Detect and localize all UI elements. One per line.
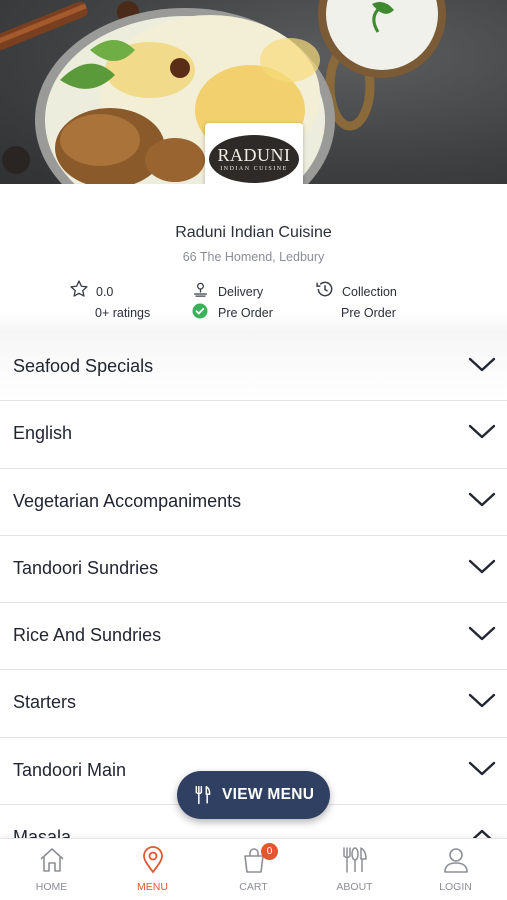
category-row[interactable]: Seafood Specials: [0, 334, 507, 402]
chevron-down-icon[interactable]: [468, 423, 496, 441]
cutlery-icon: [343, 847, 367, 873]
chevron-down-icon[interactable]: [468, 356, 496, 374]
chevron-down-icon[interactable]: [468, 558, 496, 576]
user-icon: [444, 848, 468, 873]
logo-oval: RADUNI INDIAN CUISINE: [209, 135, 299, 183]
location-pin-icon: [143, 846, 163, 874]
check-circle-icon: [192, 303, 208, 319]
tab-login-label: LOGIN: [439, 881, 472, 893]
category-label: Vegetarian Accompaniments: [13, 490, 242, 511]
tab-home-label: HOME: [35, 881, 68, 893]
cutlery-icon: [195, 785, 211, 805]
category-row[interactable]: Starters: [0, 670, 507, 738]
delivery-label: Delivery: [218, 285, 264, 299]
collection-label: Collection: [342, 285, 397, 299]
tab-cart-label: CART: [239, 881, 268, 893]
tab-login[interactable]: LOGIN: [405, 839, 506, 900]
category-label: Tandoori Sundries: [13, 557, 159, 578]
chevron-down-icon[interactable]: [468, 625, 496, 643]
cart-count-badge: 0: [261, 843, 278, 860]
restaurant-name: Raduni Indian Cuisine: [175, 224, 332, 241]
tab-menu-label: MENU: [137, 881, 168, 893]
tab-cart[interactable]: 0 CART: [203, 839, 304, 900]
tab-menu[interactable]: MENU: [102, 839, 203, 900]
category-row[interactable]: Vegetarian Accompaniments: [0, 468, 507, 536]
tab-about[interactable]: ABOUT: [304, 839, 405, 900]
bottom-tab-bar: HOME MENU 0 CART ABOUT LOGIN: [0, 838, 507, 900]
category-row[interactable]: Tandoori Sundries: [0, 535, 507, 604]
view-menu-button[interactable]: VIEW MENU: [177, 771, 330, 819]
category-label: English: [13, 423, 73, 444]
home-icon: [40, 848, 64, 872]
rating-value: 0.0: [96, 285, 114, 299]
category-label: Starters: [13, 692, 77, 713]
category-row[interactable]: English: [0, 401, 507, 469]
logo-name: RADUNI: [217, 145, 291, 165]
tab-home[interactable]: HOME: [1, 839, 102, 900]
category-row[interactable]: Rice And Sundries: [0, 603, 507, 671]
tab-about-label: ABOUT: [336, 881, 373, 893]
restaurant-address: 66 The Homend, Ledbury: [182, 250, 325, 264]
category-label: Seafood Specials: [13, 356, 154, 376]
logo-subtitle: INDIAN CUISINE: [220, 166, 288, 172]
category-label: Tandoori Main: [13, 759, 127, 780]
view-menu-label: VIEW MENU: [222, 786, 315, 803]
collection-mode: Pre Order: [341, 306, 396, 320]
chevron-down-icon[interactable]: [468, 692, 496, 710]
category-label: Rice And Sundries: [13, 625, 162, 646]
clock-history-icon: [316, 281, 333, 297]
chevron-down-icon[interactable]: [468, 491, 496, 509]
delivery-location-icon: [194, 282, 207, 297]
restaurant-info: Raduni Indian Cuisine 66 The Homend, Led…: [0, 184, 507, 334]
delivery-mode: Pre Order: [218, 306, 273, 320]
star-icon: [70, 280, 88, 297]
chevron-down-icon[interactable]: [468, 760, 496, 778]
rating-count: 0+ ratings: [95, 306, 151, 320]
